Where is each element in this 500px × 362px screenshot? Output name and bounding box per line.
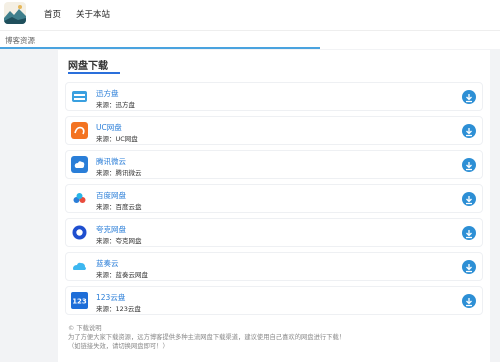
item-name: UC网盘 bbox=[96, 123, 122, 132]
item-source: 来源：百度云盘 bbox=[96, 203, 142, 211]
notes-heading: 下载说明 bbox=[76, 325, 102, 332]
svg-text:123: 123 bbox=[72, 298, 87, 306]
item-source: 来源：UC网盘 bbox=[96, 135, 138, 143]
download-icon[interactable] bbox=[462, 90, 476, 104]
item-source: 来源：蓝奏云网盘 bbox=[96, 271, 148, 279]
download-item-quark[interactable]: 夸克网盘 来源：夸克网盘 bbox=[65, 218, 483, 247]
item-name: 夸克网盘 bbox=[96, 225, 126, 234]
info-icon: © bbox=[68, 325, 75, 332]
scrollbar[interactable] bbox=[491, 50, 500, 359]
download-icon[interactable] bbox=[462, 226, 476, 240]
download-icon[interactable] bbox=[462, 260, 476, 274]
top-navbar: 首页 关于本站 bbox=[0, 0, 500, 30]
123pan-icon: 123 bbox=[71, 292, 88, 309]
section-underline bbox=[68, 72, 120, 74]
site-logo[interactable] bbox=[4, 2, 26, 24]
notes-line-1: 为了方便大家下载资源，远方博客提供多种主流网盘下载渠道，建议使用自己喜欢的网盘进… bbox=[68, 334, 346, 341]
item-name: 百度网盘 bbox=[96, 191, 126, 200]
item-source: 来源：迅方盘 bbox=[96, 101, 135, 109]
section-title: 网盘下载 bbox=[68, 61, 108, 72]
download-notes: © 下载说明 为了方便大家下载资源，远方博客提供多种主流网盘下载渠道，建议使用自… bbox=[68, 324, 486, 351]
download-icon[interactable] bbox=[462, 294, 476, 308]
reading-progress-bar bbox=[0, 47, 320, 49]
xunfang-icon bbox=[71, 88, 88, 105]
download-item-uc[interactable]: UC网盘 来源：UC网盘 bbox=[65, 116, 483, 145]
item-name: 迅方盘 bbox=[96, 89, 119, 98]
download-icon[interactable] bbox=[462, 124, 476, 138]
quark-icon bbox=[71, 224, 88, 241]
nav-about[interactable]: 关于本站 bbox=[76, 8, 110, 20]
item-name: 123云盘 bbox=[96, 293, 126, 302]
download-card: 网盘下载 迅方盘 来源：迅方盘 UC网盘 来源：UC网盘 腾讯微云 来源：腾讯微… bbox=[58, 50, 490, 362]
lanzou-icon bbox=[71, 258, 88, 275]
notes-line-2: （如链接失效，请切换网盘即可！） bbox=[68, 343, 169, 350]
baidu-icon bbox=[71, 190, 88, 207]
uc-icon bbox=[71, 122, 88, 139]
download-icon[interactable] bbox=[462, 192, 476, 206]
item-name: 蓝奏云 bbox=[96, 259, 119, 268]
item-source: 来源：123云盘 bbox=[96, 305, 141, 313]
download-item-baidu[interactable]: 百度网盘 来源：百度云盘 bbox=[65, 184, 483, 213]
download-item-xunfang[interactable]: 迅方盘 来源：迅方盘 bbox=[65, 82, 483, 111]
breadcrumb[interactable]: 博客资源 bbox=[5, 35, 35, 46]
download-icon[interactable] bbox=[462, 158, 476, 172]
item-source: 来源：夸克网盘 bbox=[96, 237, 142, 245]
download-item-weiyun[interactable]: 腾讯微云 来源：腾讯微云 bbox=[65, 150, 483, 179]
nav-home[interactable]: 首页 bbox=[44, 8, 61, 20]
download-item-lanzou[interactable]: 蓝奏云 来源：蓝奏云网盘 bbox=[65, 252, 483, 281]
item-source: 来源：腾讯微云 bbox=[96, 169, 142, 177]
notes-heading-row: © 下载说明 bbox=[68, 324, 486, 333]
weiyun-icon bbox=[71, 156, 88, 173]
download-item-123pan[interactable]: 123 123云盘 来源：123云盘 bbox=[65, 286, 483, 315]
item-name: 腾讯微云 bbox=[96, 157, 126, 166]
